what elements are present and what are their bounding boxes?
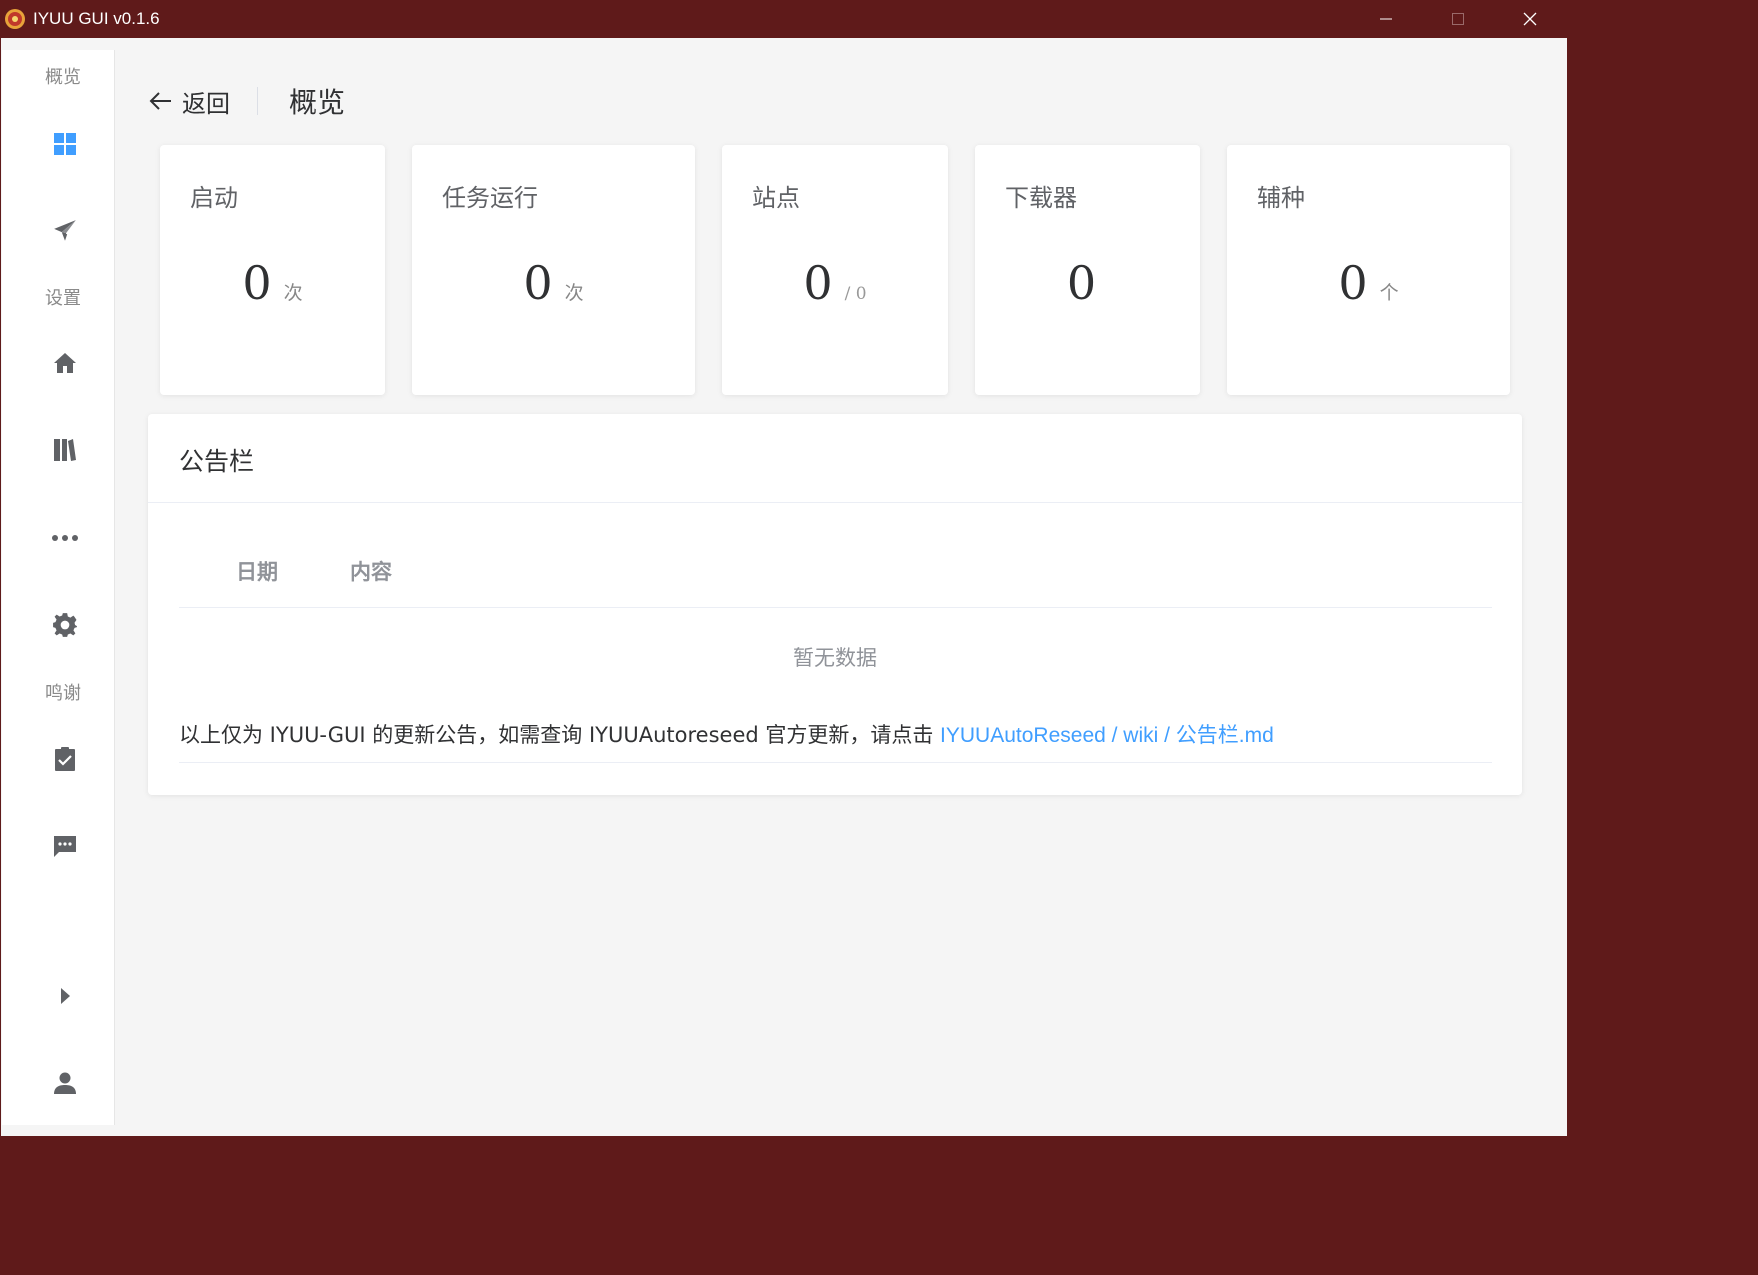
close-button[interactable] — [1494, 0, 1566, 38]
sidebar-item-more[interactable] — [49, 522, 81, 554]
stat-card-tasks: 任务运行 0次 — [412, 145, 695, 395]
gear-icon — [53, 613, 77, 637]
sidebar-expand-button[interactable] — [49, 980, 81, 1012]
stat-unit: 个 — [1379, 282, 1399, 304]
sidebar-item-feedback[interactable] — [49, 830, 81, 862]
clipboard-check-icon — [55, 747, 75, 771]
back-label: 返回 — [182, 89, 230, 118]
wiki-link[interactable]: IYUUAutoReseed / wiki / 公告栏.md — [940, 724, 1274, 747]
stat-unit: 次 — [283, 282, 303, 304]
paper-plane-icon — [54, 220, 76, 241]
stat-title: 辅种 — [1257, 184, 1305, 212]
sidebar-item-sites[interactable] — [49, 347, 81, 379]
sidebar-group-thanks: 鸣谢 — [45, 683, 81, 704]
title-bar: IYUU GUI v0.1.6 — [0, 0, 1568, 38]
stat-card-reseed: 辅种 0个 — [1227, 145, 1510, 395]
announcement-board: 公告栏 日期 内容 暂无数据 以上仅为 IYUU-GUI 的更新公告，如需查询 … — [148, 414, 1522, 795]
stat-value: 0 — [523, 256, 553, 310]
sidebar-item-settings[interactable] — [49, 609, 81, 641]
minimize-icon — [1380, 18, 1392, 20]
caret-right-icon — [61, 988, 70, 1004]
home-icon — [54, 353, 76, 373]
more-dots-icon — [52, 535, 78, 541]
maximize-button[interactable] — [1422, 0, 1494, 38]
header-divider — [257, 87, 258, 115]
stat-value: 0 — [242, 256, 272, 310]
stat-unit: 次 — [564, 282, 584, 304]
stat-title: 启动 — [190, 184, 238, 212]
board-header: 公告栏 — [148, 414, 1522, 503]
user-icon — [54, 1072, 76, 1094]
stat-value: 0 — [803, 256, 833, 310]
maximize-icon — [1452, 13, 1464, 25]
sidebar-group-overview: 概览 — [45, 67, 81, 88]
arrow-left-icon — [149, 92, 171, 110]
minimize-button[interactable] — [1350, 0, 1422, 38]
board-note-text: 以上仅为 IYUU-GUI 的更新公告，如需查询 IYUUAutoreseed … — [179, 723, 941, 747]
note-divider — [179, 762, 1492, 763]
window-title: IYUU GUI v0.1.6 — [33, 9, 160, 28]
stat-title: 任务运行 — [442, 184, 538, 212]
sidebar-group-settings: 设置 — [45, 288, 81, 309]
back-button[interactable]: 返回 — [148, 84, 230, 118]
stat-unit: / 0 — [844, 284, 867, 304]
library-icon — [54, 439, 76, 461]
page-title: 概览 — [289, 86, 346, 119]
empty-state-text: 暂无数据 — [793, 646, 877, 670]
close-icon — [1523, 12, 1537, 26]
stat-value: 0 — [1338, 256, 1368, 310]
stat-card-sites: 站点 0 / 0 — [722, 145, 948, 395]
sidebar-item-mission[interactable] — [49, 215, 81, 247]
stat-title: 下载器 — [1005, 184, 1077, 212]
dashboard-grid-icon — [54, 133, 76, 155]
stat-card-downloaders: 下载器 0 — [975, 145, 1200, 395]
sidebar-item-account[interactable] — [49, 1067, 81, 1099]
board-note: 以上仅为 IYUU-GUI 的更新公告，如需查询 IYUUAutoreseed … — [179, 719, 1274, 749]
stat-title: 站点 — [752, 184, 800, 212]
app-logo-icon — [5, 9, 25, 29]
table-header-divider — [179, 607, 1492, 608]
stat-card-launch: 启动 0次 — [160, 145, 385, 395]
chat-icon — [54, 836, 76, 857]
board-title: 公告栏 — [179, 447, 255, 476]
column-header-content[interactable]: 内容 — [350, 556, 392, 586]
sidebar-item-downloaders[interactable] — [49, 434, 81, 466]
sidebar-item-dashboard[interactable] — [49, 128, 81, 160]
sidebar: 概览 设置 鸣谢 — [2, 50, 115, 1125]
stat-value: 0 — [1066, 256, 1097, 310]
sidebar-item-tasks[interactable] — [49, 743, 81, 775]
column-header-date[interactable]: 日期 — [236, 556, 278, 586]
